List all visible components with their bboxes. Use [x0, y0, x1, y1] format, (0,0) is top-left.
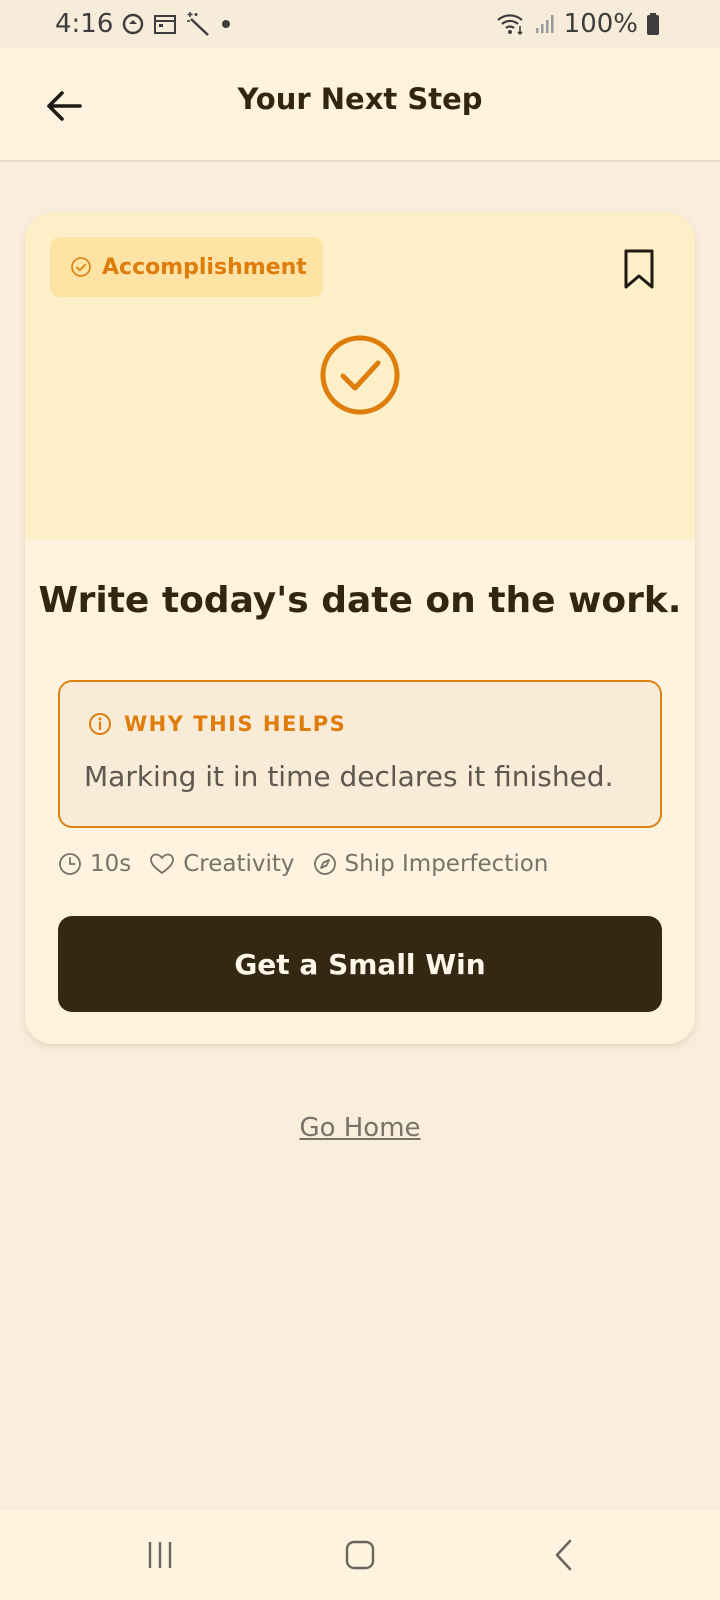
- chevron-left-icon: [555, 1539, 572, 1571]
- get-small-win-button[interactable]: Get a Small Win: [58, 916, 662, 1012]
- sync-icon: [121, 12, 145, 36]
- app-bar: Your Next Step: [0, 48, 720, 162]
- calendar-icon: [153, 13, 177, 35]
- principle-label: Ship Imperfection: [344, 851, 549, 877]
- meta-duration: 10s: [58, 851, 131, 877]
- bookmark-icon: [624, 249, 654, 289]
- next-step-card: Accomplishment Write today's date on the…: [25, 212, 695, 1044]
- status-bar: 4:16 100%: [0, 0, 720, 48]
- info-icon: [89, 713, 111, 735]
- category-chip: Accomplishment: [50, 237, 323, 297]
- system-back-button[interactable]: [534, 1530, 594, 1580]
- compass-icon: [313, 853, 336, 875]
- why-text: Marking it in time declares it finished.: [84, 760, 614, 793]
- value-label: Creativity: [183, 851, 295, 877]
- page-title: Your Next Step: [237, 82, 483, 116]
- go-home-link[interactable]: Go Home: [0, 1113, 720, 1143]
- battery-percentage: 100%: [563, 9, 638, 39]
- heart-icon: [150, 853, 175, 874]
- status-left: 4:16: [55, 9, 233, 39]
- meta-principle: Ship Imperfection: [313, 851, 549, 877]
- task-title: Write today's date on the work.: [38, 580, 682, 621]
- check-circle-small-icon: [71, 257, 91, 277]
- magic-wand-icon: [185, 11, 211, 37]
- status-time: 4:16: [55, 9, 114, 39]
- why-this-helps-box: WHY THIS HELPS Marking it in time declar…: [58, 680, 662, 828]
- bookmark-button[interactable]: [617, 242, 661, 296]
- home-button[interactable]: [330, 1530, 390, 1580]
- home-square-icon: [345, 1540, 375, 1570]
- recent-apps-icon: [148, 1542, 172, 1568]
- signal-icon: [534, 13, 556, 35]
- card-hero: Accomplishment: [25, 212, 695, 540]
- recent-apps-button[interactable]: [130, 1530, 190, 1580]
- battery-icon: [646, 12, 660, 36]
- system-nav-bar: [0, 1510, 720, 1600]
- category-label: Accomplishment: [102, 254, 307, 280]
- meta-value: Creativity: [149, 851, 295, 877]
- clock-icon: [59, 853, 81, 875]
- check-circle-icon: [320, 335, 400, 415]
- dot-icon: [219, 17, 233, 31]
- duration-label: 10s: [90, 851, 132, 877]
- why-heading: WHY THIS HELPS: [88, 712, 346, 736]
- status-right: 100%: [496, 9, 660, 39]
- meta-row: 10s Creativity Ship Imperfection: [58, 846, 548, 882]
- wifi-icon: [496, 12, 526, 36]
- why-heading-label: WHY THIS HELPS: [124, 712, 347, 736]
